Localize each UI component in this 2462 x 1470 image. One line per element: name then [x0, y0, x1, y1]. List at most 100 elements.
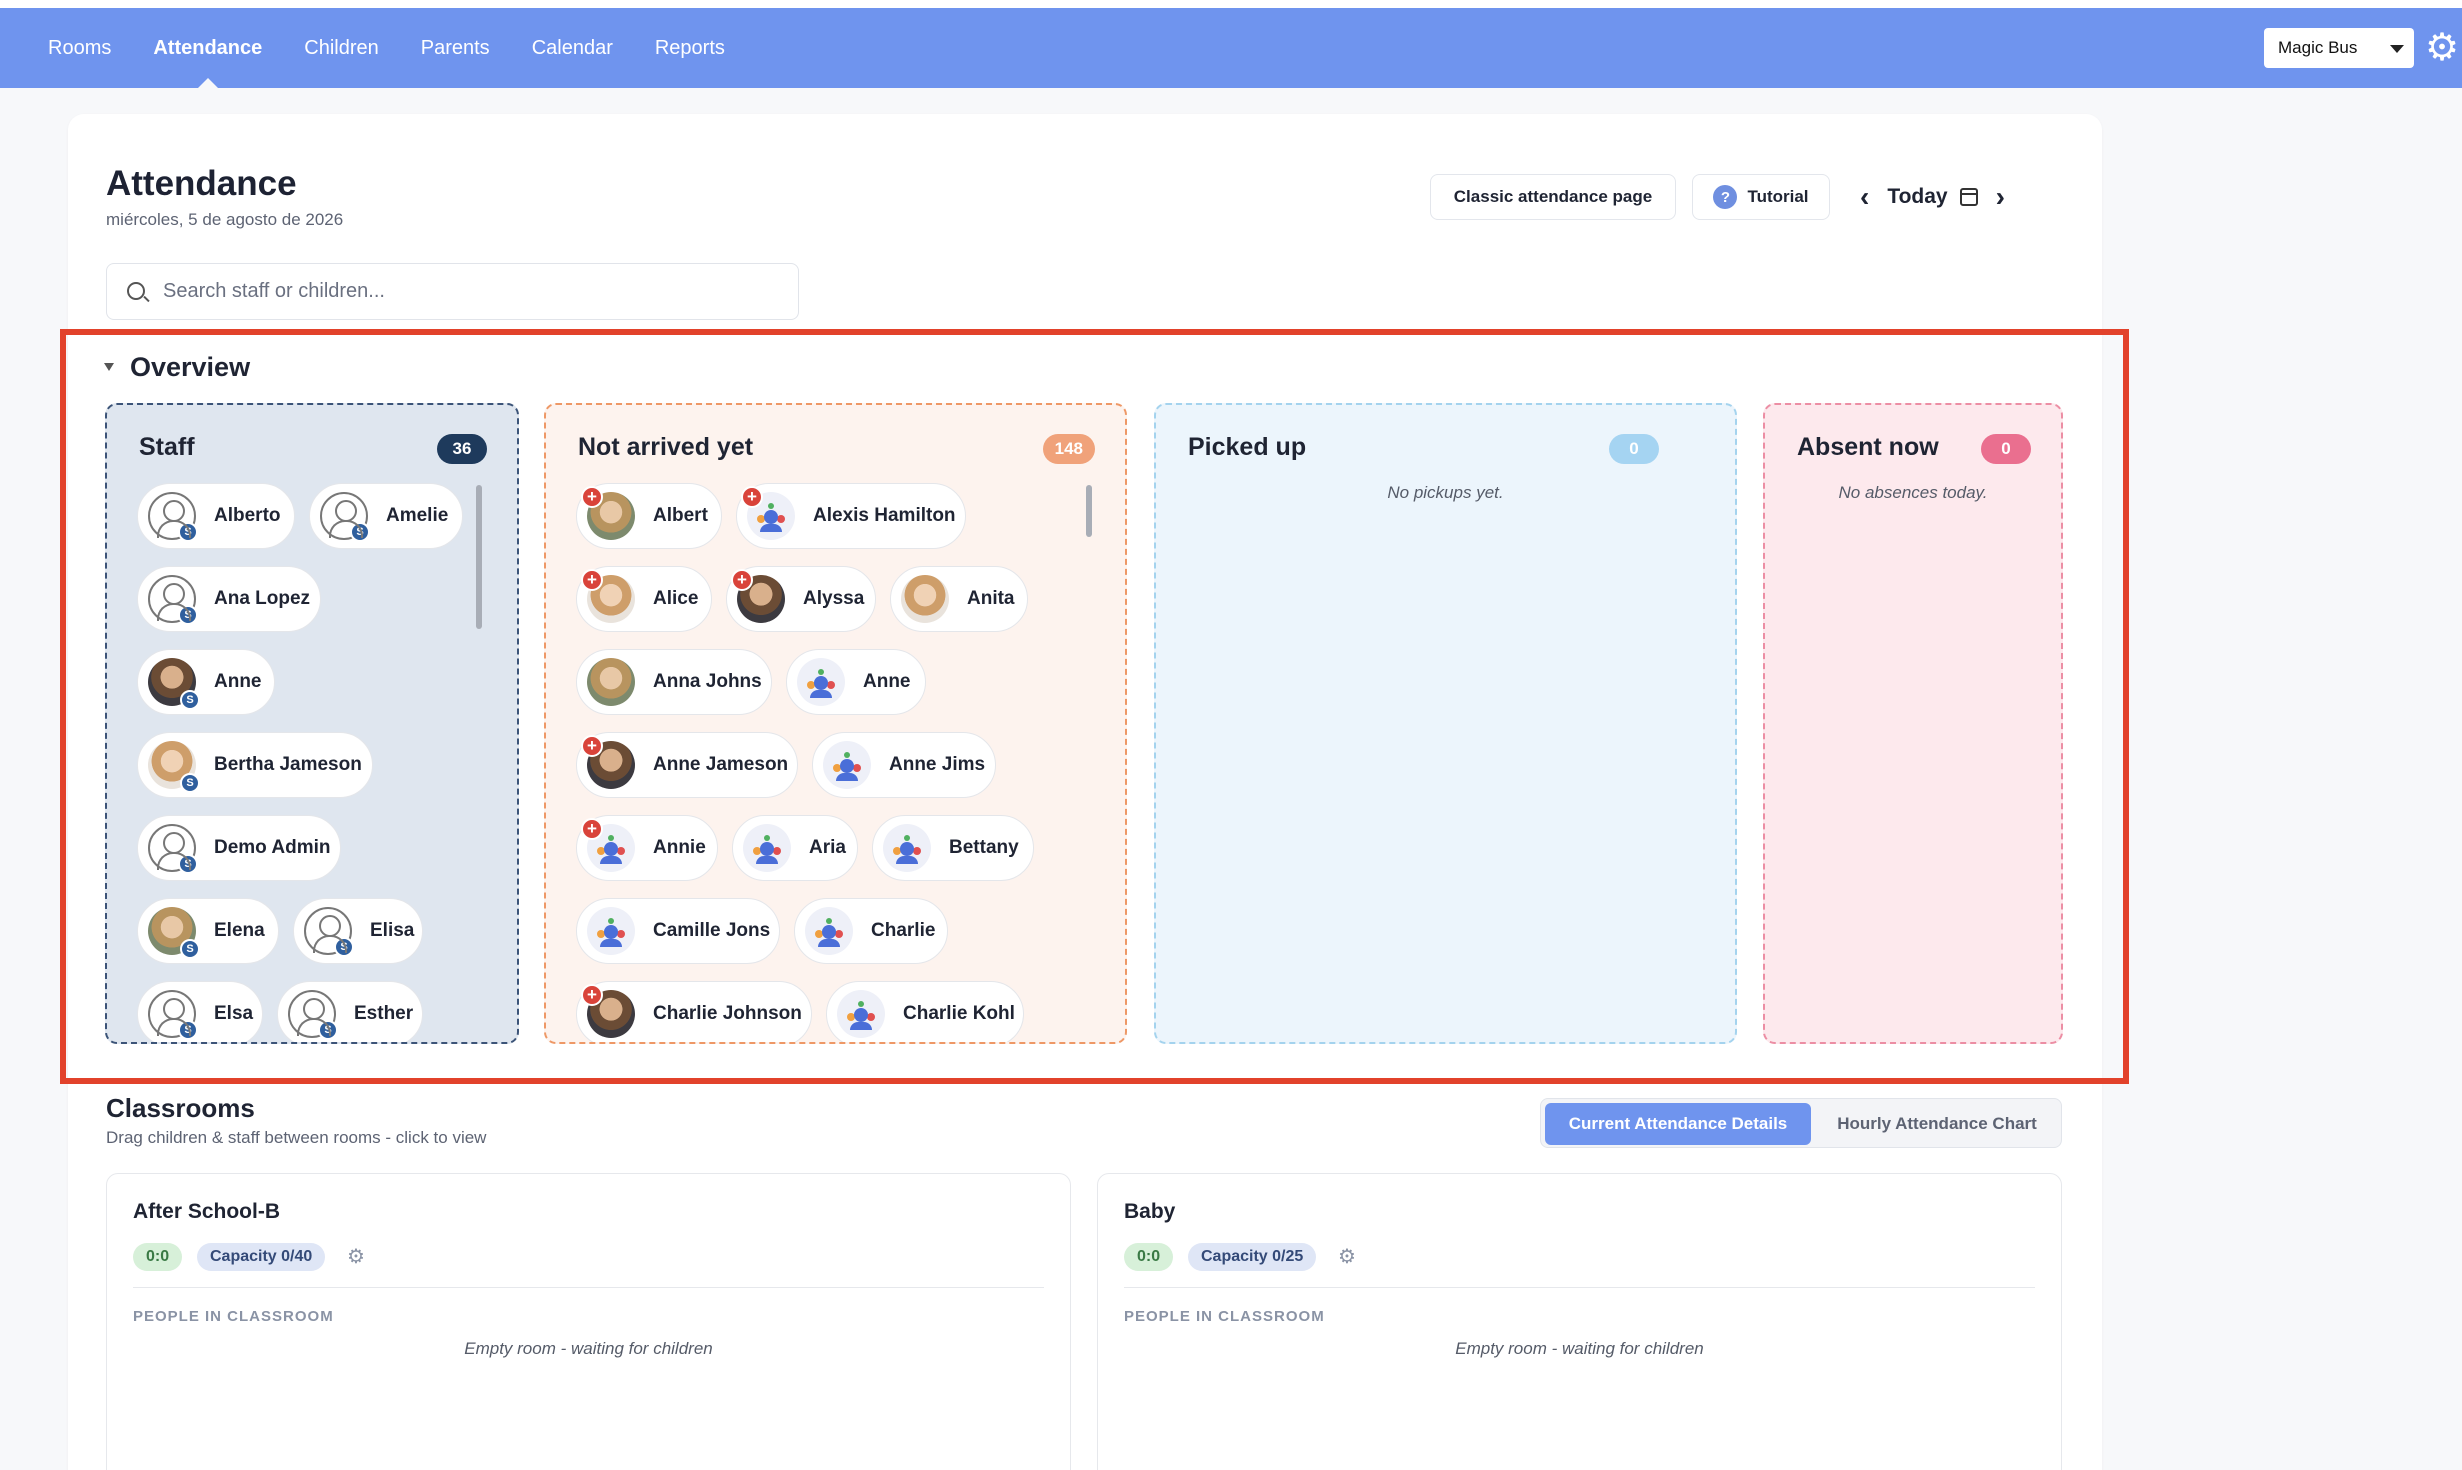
nav-attendance[interactable]: Attendance: [153, 8, 262, 88]
avatar: +: [581, 486, 635, 540]
staff-name: Amelie: [386, 505, 449, 526]
top-border: [0, 0, 2462, 8]
nav-calendar[interactable]: Calendar: [532, 8, 613, 88]
classic-attendance-button[interactable]: Classic attendance page: [1430, 174, 1676, 220]
staff-chip[interactable]: S Amelie: [309, 483, 463, 549]
main-nav: Rooms Attendance Children Parents Calend…: [48, 8, 767, 88]
staff-name: Elsa: [214, 1003, 254, 1024]
empty-room-text: Empty room - waiting for children: [1455, 1339, 1704, 1358]
gear-icon[interactable]: ⚙: [347, 1243, 365, 1271]
child-chip[interactable]: Aria: [732, 815, 858, 881]
staff-chip[interactable]: S Bertha Jameson: [137, 732, 373, 798]
avatar: [805, 907, 853, 955]
child-chip[interactable]: Bettany: [872, 815, 1034, 881]
child-chip[interactable]: Anne Jims: [812, 732, 996, 798]
not-arrived-panel: Not arrived yet 148 + Albert + Alexis Hami…: [544, 403, 1127, 1044]
absent-panel-title: Absent now: [1797, 433, 1939, 461]
divider: [1124, 1287, 2035, 1288]
staff-badge: S: [318, 1020, 338, 1040]
staff-chip[interactable]: S Anne: [137, 649, 275, 715]
avatar: +: [581, 818, 635, 872]
avatar: S: [320, 492, 370, 542]
child-chip[interactable]: + Anne Jameson: [576, 732, 798, 798]
nav-rooms[interactable]: Rooms: [48, 8, 111, 88]
calendar-icon[interactable]: [1959, 188, 1978, 206]
staff-name: Ana Lopez: [214, 588, 311, 609]
staff-badge: S: [178, 522, 198, 542]
gear-icon[interactable]: ⚙: [1338, 1243, 1356, 1271]
staff-chip[interactable]: S Elena: [137, 898, 279, 964]
classroom-card[interactable]: After School-B 0:0 Capacity 0/40 ⚙ PEOPL…: [106, 1173, 1071, 1470]
not-arrived-scrollbar[interactable]: [1086, 485, 1092, 537]
staff-chip[interactable]: S Elsa: [137, 981, 263, 1042]
avatar: [587, 658, 635, 706]
staff-chip[interactable]: S Esther: [277, 981, 423, 1042]
overview-title[interactable]: Overview: [130, 352, 250, 383]
child-chip[interactable]: + Annie: [576, 815, 718, 881]
tab-current-attendance[interactable]: Current Attendance Details: [1545, 1103, 1811, 1145]
staff-chip[interactable]: S Alberto: [137, 483, 295, 549]
child-chip[interactable]: + Alexis Hamilton: [736, 483, 966, 549]
search-icon: [127, 282, 145, 300]
avatar: S: [288, 990, 338, 1040]
child-chip[interactable]: + Charlie Johnson: [576, 981, 812, 1042]
avatar: [883, 824, 931, 872]
child-name: Aria: [809, 837, 846, 858]
nav-reports[interactable]: Reports: [655, 8, 725, 88]
child-chip[interactable]: + Alice: [576, 566, 712, 632]
child-name: Camille Jons: [653, 920, 771, 941]
classrooms-subtitle: Drag children & staff between rooms - cl…: [106, 1128, 487, 1147]
caret-down-icon: [2390, 45, 2404, 53]
picked-up-panel: Picked up 0 No pickups yet.: [1154, 403, 1737, 1044]
child-name: Bettany: [949, 837, 1019, 858]
avatar: [901, 575, 949, 623]
chevron-right-icon[interactable]: ›: [1996, 183, 2005, 211]
ratio-badge: 0:0: [1124, 1243, 1174, 1271]
staff-panel-title: Staff: [139, 433, 195, 461]
child-chip[interactable]: Camille Jons: [576, 898, 780, 964]
classroom-name: Baby: [1124, 1200, 1176, 1223]
medical-plus-icon: +: [731, 569, 753, 591]
collapse-triangle-icon[interactable]: [104, 363, 114, 371]
child-chip[interactable]: Charlie: [794, 898, 948, 964]
date-navigator: ‹ Today ›: [1860, 176, 2005, 218]
nav-children[interactable]: Children: [304, 8, 378, 88]
classroom-name: After School-B: [133, 1200, 280, 1223]
view-toggle: Current Attendance Details Hourly Attend…: [1540, 1098, 2062, 1148]
tab-hourly-chart[interactable]: Hourly Attendance Chart: [1815, 1103, 2059, 1145]
search-box: [106, 263, 799, 320]
absent-empty-text: No absences today.: [1838, 483, 1988, 502]
staff-badge: S: [178, 1020, 198, 1040]
avatar: S: [148, 824, 198, 874]
staff-chip[interactable]: S Elisa: [293, 898, 423, 964]
child-name: Charlie: [871, 920, 936, 941]
medical-plus-icon: +: [581, 818, 603, 840]
staff-chip[interactable]: S Ana Lopez: [137, 566, 321, 632]
child-chip[interactable]: Anita: [890, 566, 1028, 632]
child-chip[interactable]: Anna Johns: [576, 649, 772, 715]
organization-select[interactable]: Magic Bus: [2264, 28, 2414, 68]
search-input[interactable]: [163, 264, 783, 319]
child-chip[interactable]: Anne: [786, 649, 926, 715]
gear-icon[interactable]: ⚙: [2425, 29, 2461, 67]
medical-plus-icon: +: [581, 984, 603, 1006]
child-name: Anne Jims: [889, 754, 986, 775]
chevron-left-icon[interactable]: ‹: [1860, 183, 1869, 211]
staff-chip[interactable]: S Demo Admin: [137, 815, 341, 881]
avatar: S: [148, 907, 200, 959]
medical-plus-icon: +: [581, 569, 603, 591]
child-name: Charlie Johnson: [653, 1003, 802, 1024]
avatar: +: [581, 569, 635, 623]
staff-badge: S: [180, 690, 200, 710]
today-label[interactable]: Today: [1887, 185, 1947, 209]
nav-parents[interactable]: Parents: [421, 8, 490, 88]
child-chip[interactable]: Charlie Kohl: [826, 981, 1024, 1042]
tutorial-button[interactable]: ? Tutorial: [1692, 174, 1830, 220]
picked-up-empty-text: No pickups yet.: [1387, 483, 1504, 502]
classroom-card[interactable]: Baby 0:0 Capacity 0/25 ⚙ PEOPLE IN CLASS…: [1097, 1173, 2062, 1470]
child-chip[interactable]: + Alyssa: [726, 566, 876, 632]
child-chip[interactable]: + Albert: [576, 483, 722, 549]
staff-scrollbar[interactable]: [476, 485, 482, 629]
capacity-badge: Capacity 0/25: [1188, 1243, 1317, 1271]
staff-panel: Staff 36 S Alberto S Amelie S Ana Lopez S An…: [105, 403, 519, 1044]
